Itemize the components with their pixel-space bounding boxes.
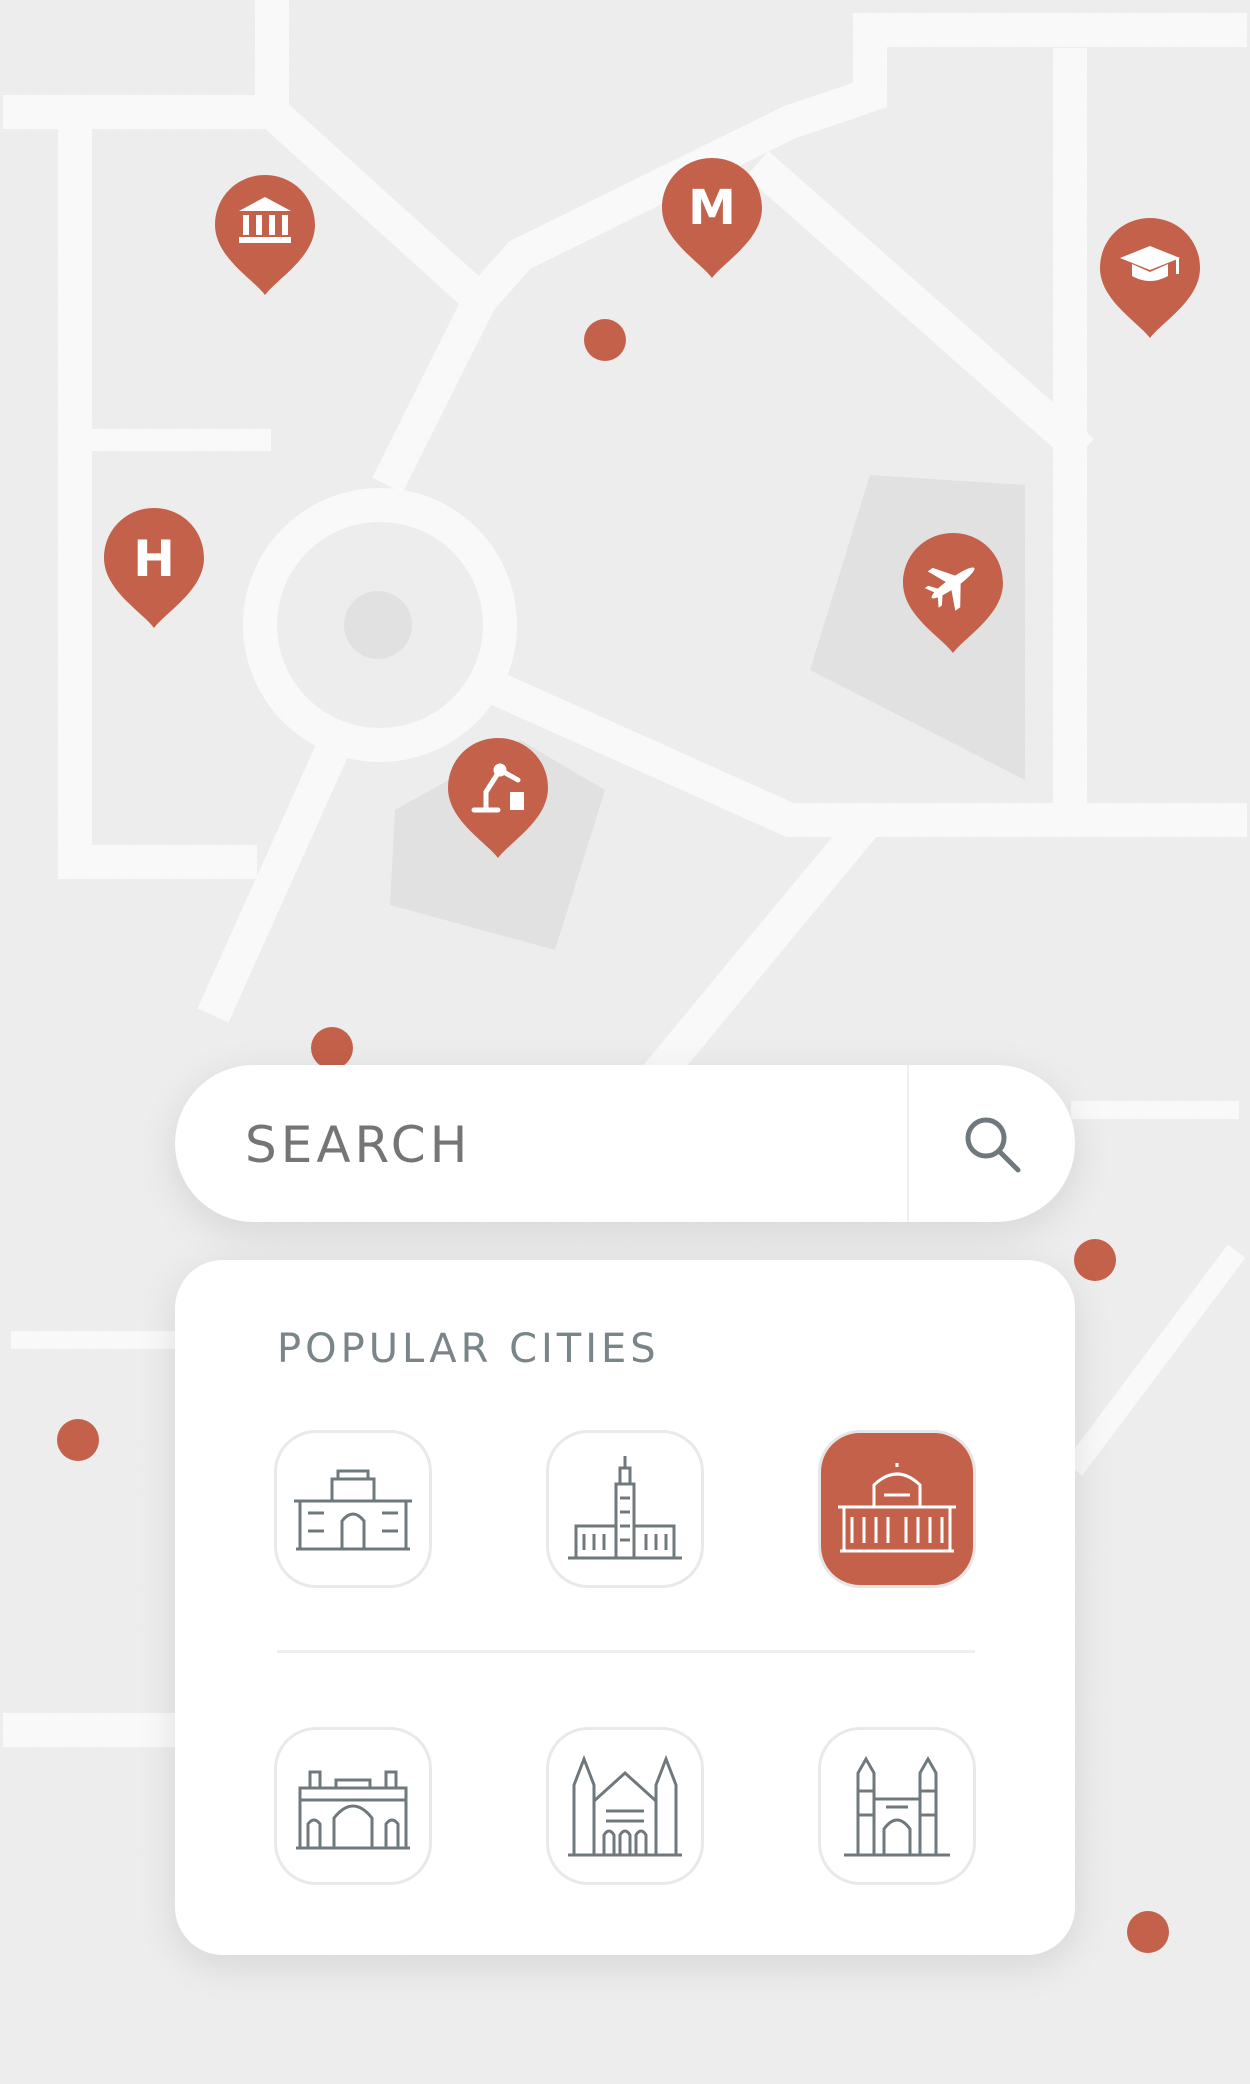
city-tile-2[interactable] xyxy=(546,1430,704,1588)
letter-h-icon: H xyxy=(133,530,175,588)
search-bar xyxy=(175,1065,1075,1224)
city-tile-6[interactable] xyxy=(818,1727,976,1885)
cities-row-divider xyxy=(277,1650,975,1653)
city-landmark-gateway-arch-icon xyxy=(296,1770,410,1850)
city-tile-4[interactable] xyxy=(274,1727,432,1885)
city-landmark-domed-hall-icon xyxy=(838,1463,956,1553)
popular-cities-title: POPULAR CITIES xyxy=(277,1326,660,1372)
city-tile-1[interactable] xyxy=(274,1430,432,1588)
city-landmark-palace-icon xyxy=(294,1469,412,1551)
city-tile-5[interactable] xyxy=(546,1727,704,1885)
city-landmark-twin-minaret-icon xyxy=(844,1755,950,1857)
city-landmark-cathedral-icon xyxy=(568,1754,682,1857)
letter-m-icon: M xyxy=(688,180,736,236)
popular-cities-panel: POPULAR CITIES xyxy=(175,1260,1075,1955)
search-button[interactable] xyxy=(909,1065,1075,1222)
city-landmark-tower-icon xyxy=(568,1456,682,1560)
search-icon xyxy=(965,1117,1021,1172)
city-tile-3[interactable] xyxy=(818,1430,976,1588)
